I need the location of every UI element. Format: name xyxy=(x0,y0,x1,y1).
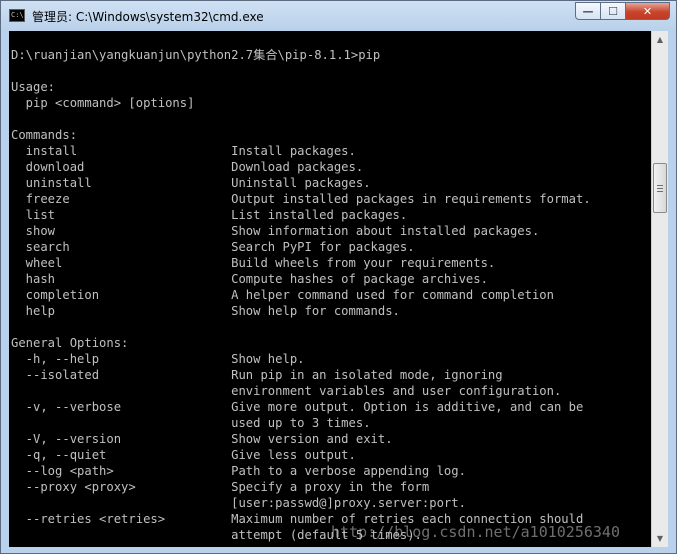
console-line: help Show help for commands. xyxy=(11,304,400,318)
scroll-up-button[interactable]: ▲ xyxy=(652,31,668,48)
console-line: -V, --version Show version and exit. xyxy=(11,432,393,446)
console-line: pip <command> [options] xyxy=(11,96,195,110)
minimize-button[interactable]: — xyxy=(575,2,601,20)
console-line: uninstall Uninstall packages. xyxy=(11,176,371,190)
console-line: -h, --help Show help. xyxy=(11,352,305,366)
console-text: D:\ruanjian\yangkuanjun\python2.7集合\pip-… xyxy=(9,31,651,543)
maximize-icon: ☐ xyxy=(608,4,618,18)
arrow-down-icon: ▼ xyxy=(656,534,664,543)
arrow-up-icon: ▲ xyxy=(656,35,664,44)
console-line: Usage: xyxy=(11,80,56,94)
maximize-button[interactable]: ☐ xyxy=(601,2,626,20)
grip-line xyxy=(657,191,663,192)
console-line: environment variables and user configura… xyxy=(11,384,562,398)
title-bar[interactable]: C:\ 管理员: C:\Windows\system32\cmd.exe — ☐… xyxy=(1,1,676,31)
console-line: -v, --verbose Give more output. Option i… xyxy=(11,400,584,414)
console-line: used up to 3 times. xyxy=(11,416,371,430)
console-output[interactable]: D:\ruanjian\yangkuanjun\python2.7集合\pip-… xyxy=(9,31,651,547)
vertical-scrollbar[interactable]: ▲ ▼ xyxy=(651,31,668,547)
console-line: show Show information about installed pa… xyxy=(11,224,540,238)
console-line: wheel Build wheels from your requirement… xyxy=(11,256,496,270)
window-title: 管理员: C:\Windows\system32\cmd.exe xyxy=(32,10,264,24)
console-line: --proxy <proxy> Specify a proxy in the f… xyxy=(11,480,430,494)
console-line: list List installed packages. xyxy=(11,208,408,222)
console-line: --log <path> Path to a verbose appending… xyxy=(11,464,466,478)
cmd-app-icon[interactable]: C:\ xyxy=(9,9,25,22)
console-line: Commands: xyxy=(11,128,78,142)
grip-line xyxy=(657,185,663,186)
console-line: freeze Output installed packages in requ… xyxy=(11,192,591,206)
close-icon: ✕ xyxy=(642,4,653,18)
grip-line xyxy=(657,188,663,189)
console-line: download Download packages. xyxy=(11,160,364,174)
scrollbar-thumb[interactable] xyxy=(653,163,667,213)
console-line: search Search PyPI for packages. xyxy=(11,240,415,254)
console-line: --isolated Run pip in an isolated mode, … xyxy=(11,368,503,382)
cmd-window: C:\ 管理员: C:\Windows\system32\cmd.exe — ☐… xyxy=(0,0,677,554)
watermark: http://blog.csdn.net/a1010256340 xyxy=(331,523,620,541)
scroll-down-button[interactable]: ▼ xyxy=(652,530,668,547)
console-line: hash Compute hashes of package archives. xyxy=(11,272,488,286)
console-line: [user:passwd@]proxy.server:port. xyxy=(11,496,466,510)
console-line: -q, --quiet Give less output. xyxy=(11,448,356,462)
console-line: completion A helper command used for com… xyxy=(11,288,554,302)
minimize-icon: — xyxy=(582,4,594,18)
window-controls: — ☐ ✕ xyxy=(575,2,670,21)
console-line: D:\ruanjian\yangkuanjun\python2.7集合\pip-… xyxy=(11,48,381,62)
console-line: install Install packages. xyxy=(11,144,356,158)
close-button[interactable]: ✕ xyxy=(626,2,670,20)
console-line: General Options: xyxy=(11,336,129,350)
